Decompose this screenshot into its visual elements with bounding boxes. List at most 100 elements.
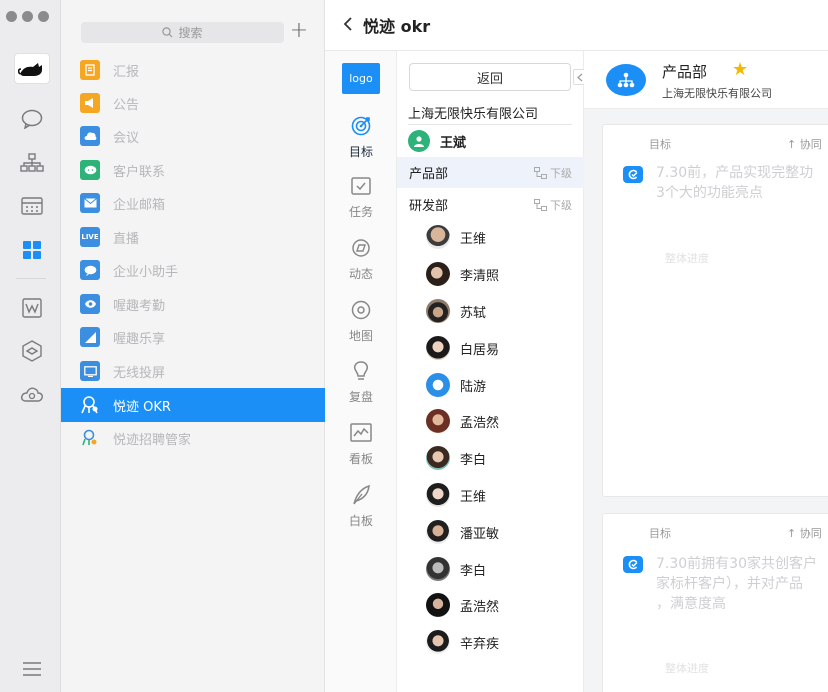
star-icon[interactable]: ★ bbox=[732, 59, 748, 80]
profile-avatar[interactable] bbox=[14, 53, 50, 84]
nav-item-activity[interactable]: 动态 bbox=[325, 237, 397, 282]
avatar bbox=[426, 520, 450, 544]
member-row[interactable]: 孟浩然 bbox=[426, 409, 499, 433]
leader-name: 王斌 bbox=[440, 135, 467, 151]
member-row[interactable]: 辛弃疾 bbox=[426, 630, 499, 654]
dashboard-icon bbox=[350, 423, 372, 442]
column-header-collab[interactable]: ↑ 协同 bbox=[787, 525, 822, 541]
objective-line: 3个大的功能亮点 bbox=[656, 185, 763, 201]
app-item-mail[interactable]: 企业邮箱 bbox=[61, 186, 325, 220]
leader-row[interactable]: 王斌 bbox=[408, 130, 466, 152]
member-name: 辛弃疾 bbox=[460, 636, 500, 652]
window-controls bbox=[6, 11, 49, 22]
objective-line: 7.30前，产品实现完整功 bbox=[656, 165, 814, 181]
subordinate-label: 下级 bbox=[550, 166, 572, 180]
okr-card[interactable]: 目标 ↑ 协同 7.30前，产品实现完整功 3个大的功能亮点 整体进度 bbox=[602, 124, 828, 497]
app-item-label: 无线投屏 bbox=[113, 365, 166, 381]
app-item-assistant[interactable]: 企业小助手 bbox=[61, 253, 325, 287]
member-row[interactable]: 苏轼 bbox=[426, 299, 486, 323]
member-row[interactable]: 王维 bbox=[426, 483, 486, 507]
dept-name: 研发部 bbox=[409, 199, 449, 214]
app-item-live[interactable]: LIVE 直播 bbox=[61, 220, 325, 254]
app-item-share[interactable]: 喔趣乐享 bbox=[61, 320, 325, 354]
subordinate-label: 下级 bbox=[550, 198, 572, 212]
report-icon bbox=[80, 60, 100, 80]
app-item-recruit[interactable]: 悦迹招聘管家 bbox=[61, 421, 325, 455]
okr-card[interactable]: 目标 ↑ 协同 7.30前拥有30家共创客户 家标杆客户），并对产品 ，满意度高… bbox=[602, 513, 828, 692]
app-item-report[interactable]: 汇报 bbox=[61, 53, 325, 87]
menu-icon[interactable] bbox=[19, 656, 45, 682]
org-chart-icon[interactable] bbox=[19, 150, 45, 176]
avatar bbox=[426, 336, 450, 360]
avatar bbox=[426, 483, 450, 507]
avatar bbox=[426, 557, 450, 581]
app-item-announcement[interactable]: 公告 bbox=[61, 86, 325, 120]
back-chevron-icon[interactable] bbox=[343, 16, 353, 35]
nav-item-label: 白板 bbox=[348, 514, 373, 528]
department-title: 产品部 bbox=[662, 63, 708, 81]
app-item-okr[interactable]: 悦迹 OKR bbox=[61, 388, 325, 422]
minimize-window-button[interactable] bbox=[22, 11, 33, 22]
search-input[interactable]: 搜索 bbox=[81, 22, 284, 43]
member-row[interactable]: 李清照 bbox=[426, 262, 499, 286]
mail-icon bbox=[80, 193, 100, 213]
app-item-customer-contact[interactable]: 客户联系 bbox=[61, 153, 325, 187]
nav-item-whiteboard[interactable]: 白板 bbox=[325, 484, 397, 529]
app-item-label: 企业邮箱 bbox=[113, 197, 166, 213]
member-row[interactable]: 陆游 bbox=[426, 373, 486, 397]
back-button[interactable]: 返回 bbox=[409, 63, 571, 91]
member-row[interactable]: 李白 bbox=[426, 446, 486, 470]
workbench-icon[interactable] bbox=[19, 237, 45, 263]
member-row[interactable]: 白居易 bbox=[426, 336, 499, 360]
subordinate-link[interactable]: 下级 bbox=[534, 165, 572, 181]
nav-item-label: 复盘 bbox=[348, 390, 373, 404]
screencast-icon bbox=[80, 361, 100, 381]
avatar bbox=[426, 262, 450, 286]
member-row[interactable]: 王维 bbox=[426, 225, 486, 249]
member-row[interactable]: 潘亚敏 bbox=[426, 520, 499, 544]
search-icon bbox=[162, 27, 173, 38]
objective-icon bbox=[623, 556, 643, 573]
org-tree: 返回 上海无限快乐有限公司 王斌 产品部 下级 研发部 下级 王维 李清照 苏轼 bbox=[397, 51, 587, 692]
app-item-label: 悦迹 OKR bbox=[113, 399, 171, 415]
divider bbox=[408, 124, 572, 125]
app-item-label: 喔趣乐享 bbox=[113, 331, 166, 347]
document-icon[interactable] bbox=[19, 295, 45, 321]
dept-row-rd[interactable]: 研发部 下级 bbox=[397, 189, 584, 220]
dept-row-product[interactable]: 产品部 下级 bbox=[397, 157, 584, 188]
maximize-window-button[interactable] bbox=[38, 11, 49, 22]
member-name: 李清照 bbox=[460, 268, 500, 284]
add-button[interactable]: + bbox=[289, 20, 309, 43]
cloud-drive-icon[interactable] bbox=[19, 381, 45, 407]
nav-item-task[interactable]: 任务 bbox=[325, 175, 397, 220]
nav-item-map[interactable]: 地图 bbox=[325, 299, 397, 344]
app-item-label: 客户联系 bbox=[113, 164, 166, 180]
target-icon bbox=[351, 116, 371, 136]
nav-item-label: 动态 bbox=[348, 267, 373, 281]
nav-item-label: 看板 bbox=[348, 452, 373, 466]
chat-icon[interactable] bbox=[19, 106, 45, 132]
rail-divider bbox=[16, 278, 46, 279]
announcement-icon bbox=[80, 93, 100, 113]
hierarchy-icon bbox=[534, 198, 547, 211]
app-item-attendance[interactable]: 喔趣考勤 bbox=[61, 287, 325, 321]
nav-item-review[interactable]: 复盘 bbox=[325, 360, 397, 405]
nav-item-target[interactable]: 目标 bbox=[325, 115, 397, 160]
close-window-button[interactable] bbox=[6, 11, 17, 22]
nav-item-dashboard[interactable]: 看板 bbox=[325, 422, 397, 467]
column-header-collab[interactable]: ↑ 协同 bbox=[787, 136, 822, 152]
progress-label: 整体进度 bbox=[665, 252, 709, 265]
calendar-icon[interactable] bbox=[19, 193, 45, 219]
member-row[interactable]: 孟浩然 bbox=[426, 593, 499, 617]
okr-nav: logo 目标 任务 动态 地图 复盘 看板 白板 bbox=[325, 51, 397, 692]
nav-item-label: 任务 bbox=[348, 205, 373, 219]
box-icon[interactable] bbox=[19, 338, 45, 364]
app-item-screencast[interactable]: 无线投屏 bbox=[61, 354, 325, 388]
member-row[interactable]: 李白 bbox=[426, 557, 486, 581]
app-item-label: 汇报 bbox=[113, 64, 140, 80]
app-item-label: 公告 bbox=[113, 97, 140, 113]
subordinate-link[interactable]: 下级 bbox=[534, 197, 572, 213]
app-item-meeting[interactable]: 会议 bbox=[61, 119, 325, 153]
avatar bbox=[426, 373, 450, 397]
top-bar: 悦迹 okr bbox=[325, 0, 828, 51]
